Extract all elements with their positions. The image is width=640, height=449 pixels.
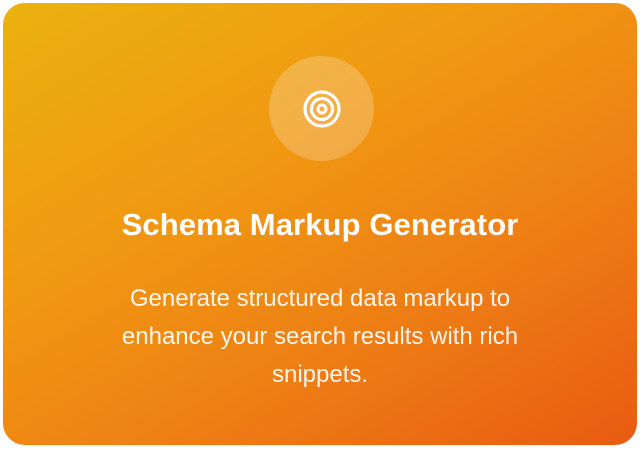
icon-badge	[269, 56, 374, 161]
target-icon	[302, 89, 341, 128]
tool-card[interactable]: Schema Markup Generator Generate structu…	[3, 3, 637, 445]
card-title: Schema Markup Generator	[121, 207, 519, 242]
card-description: Generate structured data markup to enhan…	[121, 285, 519, 388]
